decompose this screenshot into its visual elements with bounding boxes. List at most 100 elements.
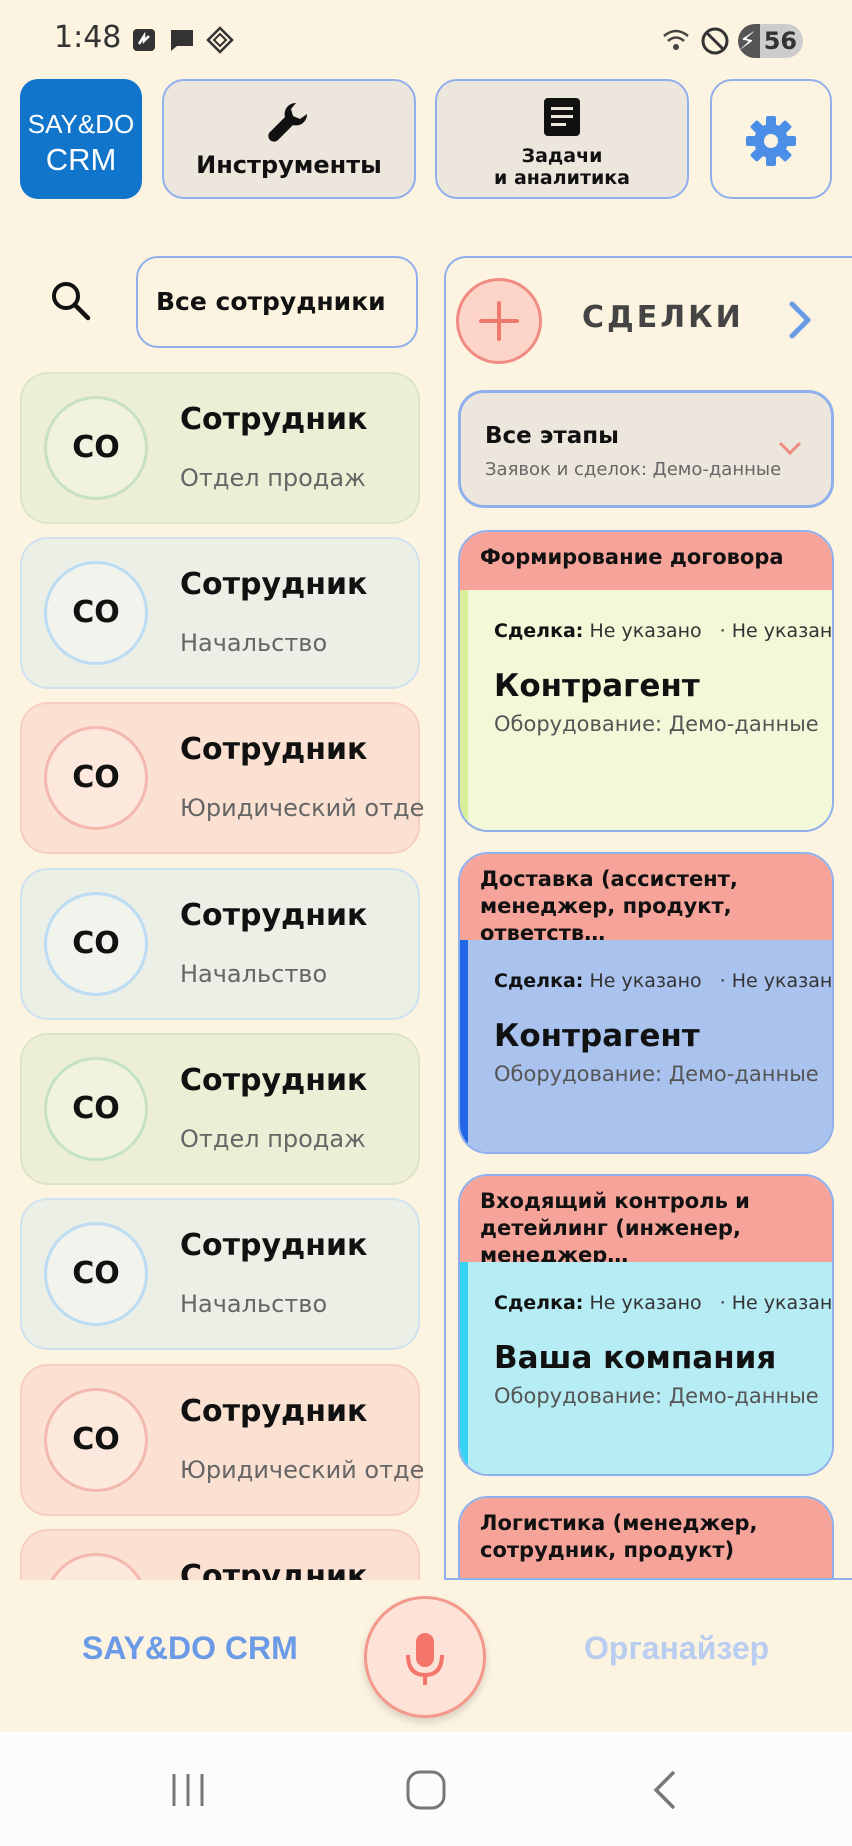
deal-label: Сделка:	[494, 620, 584, 642]
deal-card[interactable]: Формирование договора Сделка: Не указано…	[458, 530, 834, 832]
deal-stage: Логистика (менеджер, сотрудник, продукт)	[460, 1498, 832, 1578]
avatar: СО	[44, 1222, 148, 1326]
settings-button[interactable]	[710, 79, 832, 199]
deal-meta: Сделка: Не указано · Не указано	[494, 620, 834, 642]
deals-title: СДЕЛКИ	[582, 300, 744, 335]
deal-card[interactable]: Доставка (ассистент, менеджер, продукт, …	[458, 852, 834, 1154]
deal-extra: · Не указано	[719, 970, 834, 992]
avatar: СО	[44, 892, 148, 996]
tasks-analytics-button[interactable]: Задачи и аналитика	[435, 79, 689, 199]
sync-icon	[133, 29, 155, 51]
back-icon[interactable]	[644, 1768, 688, 1812]
plus-icon	[479, 301, 519, 341]
deal-counterparty: Контрагент	[494, 668, 700, 704]
stage-filter[interactable]: Все этапы Заявок и сделок: Демо-данные	[458, 390, 834, 508]
deal-label: Сделка:	[494, 1292, 584, 1314]
deal-card[interactable]: Входящий контроль и детейлинг (инженер, …	[458, 1174, 834, 1476]
stage-filter-sublabel: Заявок и сделок: Демо-данные	[485, 459, 782, 480]
employee-department: Начальство	[180, 1290, 328, 1318]
employee-name: Сотрудник	[180, 1228, 368, 1263]
employee-department: Юридический отдел	[180, 794, 424, 822]
avatar: СО	[44, 1057, 148, 1161]
employee-card[interactable]: СО Сотрудник Отдел продаж	[20, 1033, 420, 1185]
stage-filter-label: Все этапы	[485, 423, 619, 449]
deal-equipment: Оборудование: Демо-данные	[494, 712, 819, 736]
employee-name: Сотрудник	[180, 567, 368, 602]
employee-filter[interactable]: Все сотрудники	[136, 256, 418, 348]
bottom-bar: SAY&DO CRM Органайзер	[0, 1580, 852, 1732]
message-icon	[171, 30, 193, 51]
employee-name: Сотрудник	[180, 402, 368, 437]
wifi-icon	[663, 29, 689, 50]
battery-level: 56	[759, 24, 804, 58]
employee-department: Отдел продаж	[180, 1125, 366, 1153]
recents-icon[interactable]	[166, 1768, 210, 1812]
deal-counterparty: Контрагент	[494, 1018, 700, 1054]
avatar: СО	[44, 561, 148, 665]
system-nav-bar	[0, 1732, 852, 1846]
deal-stage: Входящий контроль и детейлинг (инженер, …	[460, 1176, 832, 1267]
status-time: 1:48	[54, 20, 122, 55]
document-icon	[544, 98, 580, 136]
deal-card-body: Сделка: Не указано · Не указано Ваша комп…	[460, 1262, 834, 1474]
employee-card[interactable]: СО Сотрудник Отдел продаж	[20, 372, 420, 524]
employee-name: Сотрудник	[180, 732, 368, 767]
battery-indicator: ⚡ 56	[738, 24, 804, 58]
deal-counterparty: Ваша компания	[494, 1340, 777, 1376]
dnd-icon	[701, 27, 729, 55]
deal-stage: Формирование договора	[460, 532, 832, 590]
avatar: СО	[44, 396, 148, 500]
employee-card[interactable]: СО Сотрудник Начальство	[20, 868, 420, 1020]
avatar: СО	[44, 1553, 148, 1580]
status-bar: 1:48 ⚡ 56	[0, 0, 852, 80]
logo-line1: SAY&DO	[27, 109, 135, 139]
tasks-label-line2: и аналитика	[494, 167, 630, 189]
deal-extra: · Не указано	[719, 1292, 834, 1314]
employee-name: Сотрудник	[180, 898, 368, 933]
deal-meta: Сделка: Не указано · Не указано	[494, 1292, 834, 1314]
tools-label: Инструменты	[196, 151, 382, 179]
avatar: СО	[44, 726, 148, 830]
employee-department: Начальство	[180, 960, 328, 988]
avatar: СО	[44, 1388, 148, 1492]
employee-name: Сотрудник	[180, 1063, 368, 1098]
employee-card[interactable]: СО Сотрудник Начальство	[20, 1198, 420, 1350]
cast-icon	[206, 26, 234, 54]
app-logo[interactable]: SAY&DO CRM	[20, 79, 142, 199]
deal-card-body: Сделка: Не указано · Не указано Контраген…	[460, 940, 834, 1152]
employee-name: Сотрудник	[180, 1559, 368, 1580]
logo-line2: CRM	[45, 142, 117, 177]
deal-value: Не указано	[589, 1292, 702, 1314]
employee-card[interactable]: СО Сотрудник Юридический отдел	[20, 702, 424, 854]
tab-organizer[interactable]: Органайзер	[584, 1630, 769, 1667]
gear-icon	[746, 116, 796, 166]
employee-name: Сотрудник	[180, 1394, 368, 1429]
deal-equipment: Оборудование: Демо-данные	[494, 1384, 819, 1408]
deal-value: Не указано	[589, 970, 702, 992]
deal-extra: · Не указано	[719, 620, 834, 642]
employee-card[interactable]: СО Сотрудник Юридический отдел	[20, 1364, 424, 1516]
employee-department: Начальство	[180, 629, 328, 657]
deal-card[interactable]: Логистика (менеджер, сотрудник, продукт)	[458, 1496, 834, 1578]
tasks-label-line1: Задачи	[521, 145, 603, 167]
home-icon[interactable]	[404, 1768, 448, 1812]
search-icon[interactable]	[48, 278, 92, 322]
deal-meta: Сделка: Не указано · Не указано	[494, 970, 834, 992]
microphone-icon	[406, 1633, 444, 1685]
deal-value: Не указано	[589, 620, 702, 642]
employee-department: Отдел продаж	[180, 464, 366, 492]
add-deal-button[interactable]	[456, 278, 542, 364]
deal-equipment: Оборудование: Демо-данные	[494, 1062, 819, 1086]
voice-input-button[interactable]	[364, 1596, 486, 1718]
employee-card[interactable]: СО Сотрудник Начальство	[20, 537, 420, 689]
wrench-icon	[268, 102, 308, 142]
employee-list: СО Сотрудник Отдел продаж СО Сотрудник Н…	[20, 372, 424, 1580]
employee-card[interactable]: СО Сотрудник	[20, 1529, 420, 1580]
tab-crm[interactable]: SAY&DO CRM	[82, 1630, 298, 1667]
chevron-right-icon[interactable]	[780, 298, 820, 342]
chevron-down-icon	[778, 441, 802, 456]
deal-stage: Доставка (ассистент, менеджер, продукт, …	[460, 854, 832, 945]
deal-card-body: Сделка: Не указано · Не указано Контраген…	[460, 590, 834, 830]
tools-button[interactable]: Инструменты	[162, 79, 416, 199]
deal-label: Сделка:	[494, 970, 584, 992]
